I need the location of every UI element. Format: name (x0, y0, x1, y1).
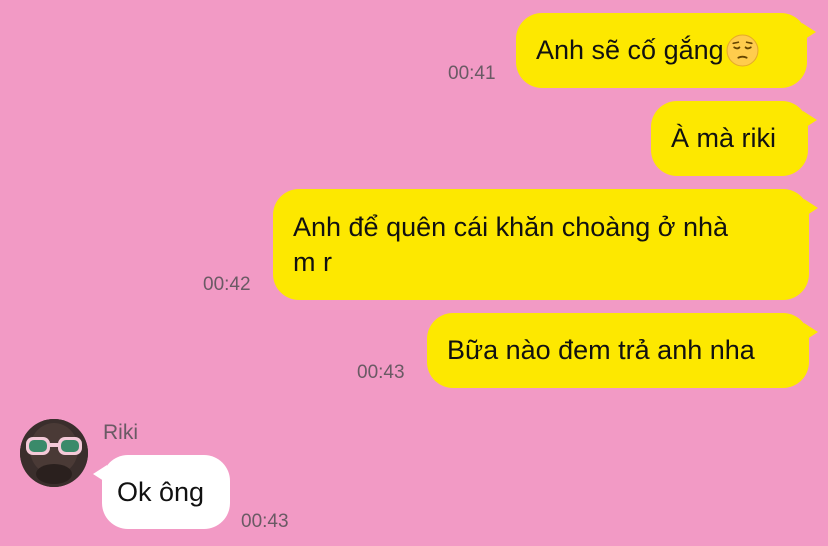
pensive-face-icon (726, 34, 759, 67)
message-text: Anh để quên cái khăn choàng ở nhà m r (293, 211, 729, 277)
outgoing-message-bubble[interactable]: À mà riki (651, 101, 817, 176)
message-timestamp: 00:41 (448, 63, 496, 84)
message-text: Anh sẽ cố gắng (536, 35, 724, 65)
message-text: Ok ông (117, 476, 205, 507)
message-timestamp: 00:43 (241, 511, 289, 532)
message-timestamp: 00:42 (203, 274, 251, 295)
avatar-image (20, 419, 88, 487)
incoming-message-bubble[interactable]: Ok ông (93, 455, 230, 529)
message-text: À mà riki (671, 123, 777, 153)
outgoing-message-bubble[interactable]: Anh sẽ cố gắng (516, 13, 816, 88)
outgoing-message-bubble[interactable]: Bữa nào đem trả anh nha (427, 313, 818, 388)
message-text: Bữa nào đem trả anh nha (447, 335, 755, 365)
avatar[interactable] (20, 419, 88, 487)
sender-name: Riki (103, 421, 138, 444)
message-timestamp: 00:43 (357, 362, 405, 383)
chat-view: 00:41 Anh sẽ cố gắng À mà riki 00:42 Anh… (0, 0, 828, 546)
outgoing-message-bubble[interactable]: Anh để quên cái khăn choàng ở nhà m r (273, 189, 818, 300)
